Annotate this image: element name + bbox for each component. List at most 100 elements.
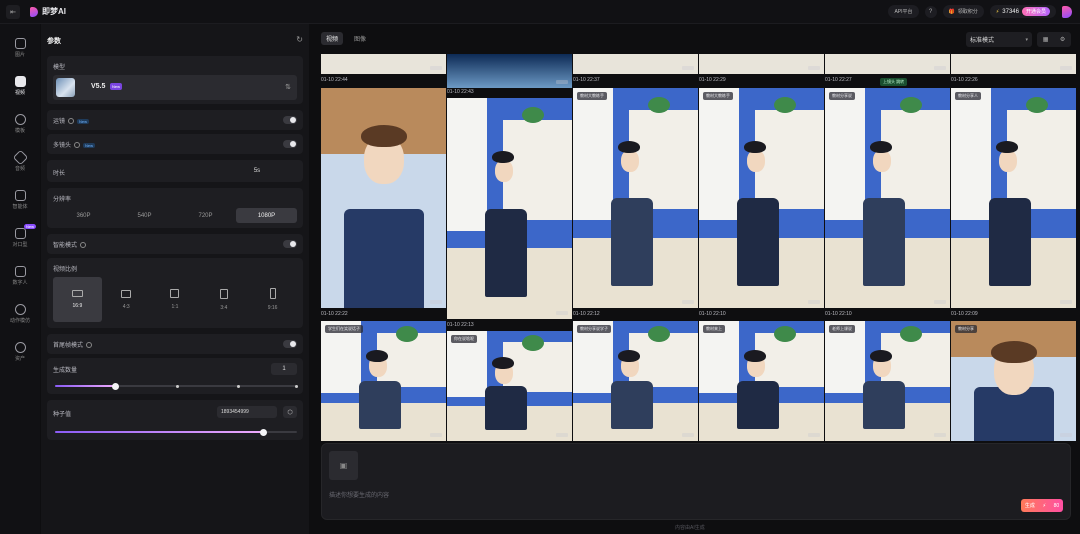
count-slider-knob[interactable] [112,382,119,390]
camera-control-toggle[interactable] [283,116,297,124]
video-thumbnail[interactable]: 你在说啥呢 [447,331,572,441]
count-slider[interactable] [55,382,298,390]
seed-input[interactable]: 1893454999 [217,406,277,418]
video-thumbnail[interactable] [447,54,572,88]
resolution-option[interactable]: 360P [53,208,114,223]
help-icon[interactable] [86,342,93,349]
smart-mode-toggle[interactable] [283,240,297,248]
video-thumbnail[interactable]: 学生们在笑说话子 [321,321,446,441]
person-body [988,198,1031,286]
prompt-input[interactable]: 描述你想要生成的内容 [329,490,389,499]
ratio-text: 1:1 [171,304,179,310]
main-tabs: 视频 图像 [321,32,371,45]
person-face [746,149,765,172]
rail-item-video[interactable]: 视频 [0,76,40,96]
video-thumbnail[interactable]: 教材分享 [951,321,1076,441]
grid-view-icon[interactable]: ▦ [1043,36,1049,43]
model-card: 模型 V5.5 New ⇅ [47,56,303,104]
model-selector[interactable]: V5.5 New ⇅ [53,75,297,100]
multi-shot-label: 多镜头 [53,143,72,149]
duration-badge [430,433,442,437]
resolution-option[interactable]: 540P [114,208,175,223]
person-head [618,140,640,153]
plant [648,325,670,342]
generate-button[interactable]: 生成 ⚡ 80 [1021,499,1063,512]
help-icon[interactable] [68,118,75,125]
scene-shelf [629,110,698,209]
video-thumbnail[interactable]: 教材大教练手 [699,88,824,308]
membership-badge[interactable]: 开通会员 [1021,7,1050,16]
rail-item-image[interactable]: 图片 [0,38,40,58]
app-logo[interactable]: 即梦AI [30,6,66,17]
duration-badge [556,80,568,84]
video-thumbnail[interactable] [699,54,824,74]
claim-points-button[interactable]: 🎁 领取积分 [942,5,984,18]
rail-item-lipsync[interactable]: New 对口型 [0,224,40,248]
resolution-option[interactable]: 720P [175,208,236,223]
dice-icon[interactable]: ⬡ [283,406,297,418]
tab-video[interactable]: 视频 [321,32,344,45]
mode-select[interactable]: 标准模式 ▾ [966,32,1032,47]
help-icon[interactable] [74,142,81,149]
seed-slider-knob[interactable] [259,428,267,436]
first-last-frame-toggle[interactable] [283,340,297,348]
ratio-option-selected[interactable]: 16:9 [53,277,102,322]
video-thumbnail[interactable]: 老师上课说 [825,321,950,441]
multi-shot-toggle[interactable] [283,140,297,148]
rail-item-template[interactable]: 模板 [0,114,40,134]
rail-item-avatar[interactable]: 数字人 [0,266,40,286]
seed-slider[interactable] [55,428,297,436]
points-display[interactable]: ⚡ 37346 开通会员 [989,5,1056,18]
video-thumbnail[interactable]: 教材分享说学子 [573,321,698,441]
help-icon[interactable]: ? [924,5,937,18]
timestamp: 01-10 22:09 [951,311,978,317]
timestamp: 01-10 22:26 [951,77,978,83]
count-input[interactable]: 1 [271,363,297,375]
reset-icon[interactable]: ↻ [296,35,303,44]
help-icon[interactable] [80,242,87,249]
slider-tick [294,384,298,388]
video-thumbnail[interactable] [321,88,446,308]
video-thumbnail[interactable] [321,54,446,74]
plant [648,96,670,113]
resolution-option-selected[interactable]: 1080P [236,208,297,223]
ratio-option[interactable]: 4:3 [102,277,151,322]
params-panel: 参数 ↻ 模型 V5.5 New ⇅ 运镜 New 多镜头 New 时长 5s 分辨… [41,24,309,534]
rail-item-asset[interactable]: 资产 [0,342,40,362]
scene-window [951,88,991,220]
ratio-option[interactable]: 9:16 [248,277,297,322]
camera-control-row: 运镜 New [47,110,303,130]
scene-shelf [755,110,824,209]
tab-image[interactable]: 图像 [349,32,371,45]
resolution-selector: 360P 540P 720P 1080P [53,208,297,223]
rail-item-motion[interactable]: 动作模仿 [0,304,40,324]
video-thumbnail[interactable] [951,54,1076,74]
duration-select[interactable]: 5s [217,165,297,177]
video-thumbnail[interactable] [573,54,698,74]
scene-window [573,88,613,220]
ratio-option[interactable]: 3:4 [199,277,248,322]
ratio-option[interactable]: 1:1 [151,277,200,322]
add-reference-icon[interactable]: ▣ [329,451,358,480]
timestamp: 01-10 22:13 [447,322,474,328]
rail-item-agent[interactable]: 智能体 [0,190,40,210]
video-thumbnail[interactable]: 教材分享人 [951,88,1076,308]
settings-icon[interactable]: ⚙ [1060,36,1065,43]
person-body [862,381,905,429]
rail-item-audio[interactable]: 音频 [0,149,40,172]
timestamp: 01-10 22:44 [321,77,348,83]
user-avatar[interactable] [1062,5,1072,18]
timestamp: 01-10 22:10 [699,311,726,317]
video-thumbnail[interactable]: 教材大教练手 [573,88,698,308]
resolution-card: 分辨率 360P 540P 720P 1080P [47,188,303,228]
video-thumbnail[interactable] [825,54,950,74]
video-thumbnail[interactable] [447,98,572,319]
duration-badge [934,433,946,437]
scene-window [825,88,865,220]
seed-label: 种子值 [53,412,72,418]
sidebar-toggle-icon[interactable]: ⇤ [6,4,20,19]
person-body [610,198,653,286]
video-thumbnail[interactable]: 教材分享说 [825,88,950,308]
api-platform-button[interactable]: API平台 [888,5,919,18]
video-thumbnail[interactable]: 教材来上 [699,321,824,441]
